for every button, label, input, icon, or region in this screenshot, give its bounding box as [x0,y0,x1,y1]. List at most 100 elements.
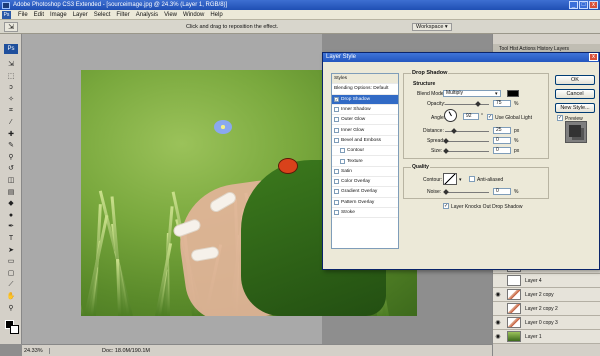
eyedropper-tool-icon[interactable]: ⟋ [5,280,17,290]
crop-tool-icon[interactable]: ⌗ [5,106,17,116]
clone-stamp-icon[interactable]: ⚲ [5,153,17,163]
zoom-level[interactable]: 24.33% [22,347,50,354]
style-item-texture[interactable]: Texture [332,156,398,167]
menu-filter[interactable]: Filter [113,12,132,18]
style-checkbox[interactable] [334,189,339,195]
move-tool-icon[interactable]: ⇲ [5,60,17,70]
style-item-satin[interactable]: Satin [332,167,398,177]
history-brush-icon[interactable]: ↺ [5,164,17,174]
style-item-gradient-overlay[interactable]: Gradient Overlay [332,187,398,198]
gradient-tool-icon[interactable]: ▤ [5,188,17,198]
style-item-inner-shadow[interactable]: Inner Shadow [332,105,398,116]
size-input[interactable]: 0 [493,147,511,154]
style-checkbox[interactable] [334,117,339,123]
style-item-inner-glow[interactable]: Inner Glow [332,125,398,136]
style-checkbox[interactable] [334,210,339,215]
style-checkbox[interactable] [334,179,339,185]
shape-tool-icon[interactable]: ▭ [5,257,17,267]
angle-dial[interactable] [444,109,457,122]
blur-tool-icon[interactable]: ◆ [5,199,17,209]
menu-help[interactable]: Help [207,12,225,18]
noise-slider[interactable] [445,192,489,193]
brush-tool-icon[interactable]: ✎ [5,141,17,151]
style-item-pattern-overlay[interactable]: Pattern Overlay [332,198,398,208]
new-style-button[interactable]: New Style... [555,103,595,113]
blend-mode-select[interactable]: Multiply [443,90,501,97]
layer-row[interactable]: ◉ Layer 1 [493,330,600,344]
background-color[interactable] [10,325,19,334]
menu-image[interactable]: Image [47,12,70,18]
layer-name[interactable]: Layer 0 copy 3 [525,320,558,326]
magic-wand-tool-icon[interactable]: ✧ [5,95,17,105]
cancel-button[interactable]: Cancel [555,89,595,99]
visibility-eye-icon[interactable]: ◉ [493,291,503,298]
menu-file[interactable]: File [15,12,31,18]
healing-brush-icon[interactable]: ✚ [5,130,17,140]
move-tool-preset-icon[interactable]: ⇲ [4,22,18,32]
distance-input[interactable]: 25 [493,127,511,134]
spread-slider[interactable] [445,141,489,142]
style-item-outer-glow[interactable]: Outer Glow [332,115,398,126]
zoom-tool-icon[interactable]: ⚲ [5,304,17,314]
menu-select[interactable]: Select [91,12,114,18]
maximize-button[interactable]: □ [579,1,588,9]
ok-button[interactable]: OK [555,75,595,85]
eraser-tool-icon[interactable]: ◫ [5,176,17,186]
minimize-button[interactable]: _ [569,1,578,9]
type-tool-icon[interactable]: T [5,234,17,244]
color-swatches[interactable] [5,320,19,334]
doc-info[interactable]: Doc: 18.0M/190.1M [50,348,150,354]
noise-input[interactable]: 0 [493,188,511,195]
opacity-slider[interactable] [445,104,489,105]
path-select-icon[interactable]: ➤ [5,246,17,256]
styles-header[interactable]: Styles [332,74,398,85]
chevron-down-icon[interactable]: ▾ [459,177,462,183]
menu-analysis[interactable]: Analysis [133,12,161,18]
style-item-drop-shadow[interactable]: ✓ Drop Shadow [332,94,398,105]
menu-window[interactable]: Window [180,12,207,18]
angle-input[interactable]: 92 [463,113,479,120]
pen-tool-icon[interactable]: ✒ [5,222,17,232]
style-checkbox[interactable] [334,137,339,143]
layer-name[interactable]: Layer 2 copy [525,292,554,298]
visibility-eye-icon[interactable]: ◉ [493,319,503,326]
style-checkbox[interactable] [334,199,339,205]
style-checkbox[interactable]: ✓ [334,96,339,102]
use-global-light-checkbox[interactable]: ✓ [487,114,493,120]
preview-checkbox[interactable]: ✓ [557,115,563,121]
style-item-bevel-and-emboss[interactable]: Bevel and Emboss [332,136,398,147]
layer-row[interactable]: ◉ Layer 2 copy [493,288,600,302]
style-item-color-overlay[interactable]: Color Overlay [332,177,398,188]
layer-name[interactable]: Layer 1 [525,334,542,340]
style-item-contour[interactable]: Contour [332,146,398,157]
slice-tool-icon[interactable]: ⁄ [5,118,17,128]
marquee-tool-icon[interactable]: ⬚ [5,72,17,82]
style-item-blending-options-default[interactable]: Blending Options: Default [332,84,398,95]
layer-row[interactable]: Layer 4 [493,274,600,288]
visibility-eye-icon[interactable]: ◉ [493,333,503,340]
menu-edit[interactable]: Edit [31,12,47,18]
lasso-tool-icon[interactable]: ↄ [5,83,17,93]
hand-tool-icon[interactable]: ✋ [5,292,17,302]
style-checkbox[interactable] [340,158,345,164]
style-checkbox[interactable] [334,107,339,113]
style-checkbox[interactable] [334,168,339,174]
spread-input[interactable]: 0 [493,137,511,144]
layer-row[interactable]: Layer 2 copy 2 [493,302,600,316]
shadow-color-swatch[interactable] [507,90,519,97]
dialog-close-button[interactable]: x [589,53,598,61]
style-checkbox[interactable] [340,148,345,154]
opacity-input[interactable]: 75 [493,100,511,107]
layer-name[interactable]: Layer 2 copy 2 [525,306,558,312]
close-button[interactable]: x [589,1,598,9]
layer-row[interactable]: ◉ Layer 0 copy 3 [493,316,600,330]
layer-name[interactable]: Layer 4 [525,278,542,284]
anti-aliased-checkbox[interactable] [469,176,475,182]
dodge-tool-icon[interactable]: ● [5,211,17,221]
notes-tool-icon[interactable]: ▢ [5,269,17,279]
workspace-button[interactable]: Workspace ▾ [412,23,452,31]
style-item-stroke[interactable]: Stroke [332,208,398,219]
menu-view[interactable]: View [161,12,180,18]
size-slider[interactable] [445,151,489,152]
knockout-checkbox[interactable]: ✓ [443,203,449,209]
